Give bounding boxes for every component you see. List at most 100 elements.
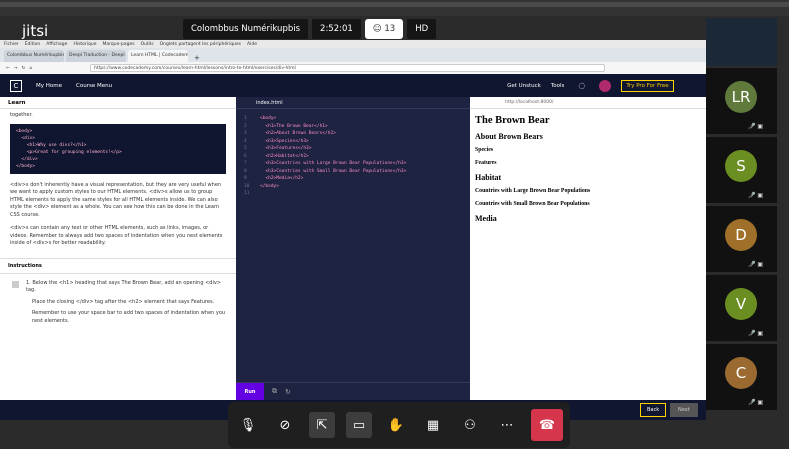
- tile-view-icon[interactable]: ▦: [420, 412, 446, 438]
- codecademy-logo[interactable]: C: [10, 79, 22, 92]
- microphone-icon[interactable]: 🎙: [235, 412, 261, 438]
- code-line[interactable]: 9 <h2>Media</h2>: [244, 175, 470, 183]
- browser-urlbar: ←→↻⌂ https://www.codecademy.com/courses/…: [0, 62, 706, 74]
- chat-icon[interactable]: ▭: [346, 412, 372, 438]
- participants-icon[interactable]: ⚇: [457, 412, 483, 438]
- code-line[interactable]: 11: [244, 190, 470, 198]
- code-text: </body>: [260, 183, 279, 189]
- code-line[interactable]: 5 <h3>Features</h3>: [244, 145, 470, 153]
- line-number: 1: [244, 116, 247, 121]
- learn-header: Learn: [0, 97, 236, 109]
- code-line[interactable]: 3 <h2>About Brown Bears</h2>: [244, 130, 470, 138]
- participant-tile[interactable]: S 🎤̸ ▣: [706, 137, 777, 203]
- camera-off-icon[interactable]: ⊘: [272, 412, 298, 438]
- jitsi-logo: jitsi: [22, 22, 49, 40]
- nav-my-home[interactable]: My Home: [36, 83, 62, 89]
- code-text: <body>: [260, 116, 277, 121]
- learn-panel: Learn together. <body> <div> <h1>Why use…: [0, 97, 236, 400]
- nav-course-menu[interactable]: Course Menu: [76, 83, 112, 89]
- file-tab[interactable]: index.html: [236, 97, 470, 109]
- participants-filmstrip: LR 🎤̸ ▣ S 🎤̸ ▣ D 🎤̸ ▣ V 🎤̸ ▣ C 🎤̸ ▣: [706, 16, 789, 449]
- line-number: 6: [244, 153, 247, 159]
- next-button[interactable]: Next: [670, 403, 698, 417]
- more-icon[interactable]: ⋯: [494, 412, 520, 438]
- tools-button[interactable]: Tools: [551, 83, 565, 89]
- quality-badge[interactable]: HD: [407, 19, 437, 39]
- code-example-line: <h1>Why use divs?</h1>: [16, 142, 87, 148]
- menu-edit[interactable]: Édition: [25, 42, 41, 47]
- participant-tile[interactable]: V 🎤̸ ▣: [706, 275, 777, 341]
- user-avatar-icon[interactable]: [599, 79, 612, 92]
- lesson-paragraph: <div>s don't inherently have a visual re…: [10, 181, 222, 218]
- line-number: 2: [244, 123, 247, 129]
- avatar: LR: [725, 81, 757, 113]
- url-field[interactable]: https://www.codecademy.com/courses/learn…: [90, 64, 605, 72]
- menu-file[interactable]: Fichier: [4, 42, 19, 47]
- avatar: V: [725, 288, 757, 320]
- avatar: S: [725, 150, 757, 182]
- preview-url[interactable]: http://localhost:8000/: [470, 97, 706, 109]
- local-video-thumbnail[interactable]: [706, 18, 777, 66]
- meeting-timer: 2:52:01: [312, 19, 361, 39]
- menu-share[interactable]: Onglets partagent les périphériques: [160, 42, 241, 47]
- code-example: <body> <div> <h1>Why use divs?</h1> <p>G…: [10, 123, 226, 174]
- code-line[interactable]: 7 <h3>Countries with Large Brown Bear Po…: [244, 160, 470, 168]
- new-tab-icon[interactable]: +: [190, 54, 204, 62]
- nav-arrows-icon[interactable]: ←→↻⌂: [0, 66, 36, 71]
- code-lines[interactable]: 1 <body> 2 <h1>The Brown Bear</h1> 3 <h2>Ab…: [236, 109, 470, 198]
- muted-icon: 🎤̸ ▣: [748, 399, 764, 406]
- code-text: <h2>About Brown Bears</h2>: [260, 131, 336, 136]
- reset-icon[interactable]: ↻: [285, 388, 291, 396]
- browser-tab[interactable]: Colombbus Numérikupbis: [4, 50, 64, 62]
- menu-bookmarks[interactable]: Marque-pages: [103, 42, 135, 47]
- run-button[interactable]: Run: [236, 382, 264, 401]
- code-line[interactable]: 2 <h1>The Brown Bear</h1>: [244, 123, 470, 131]
- line-number: 7: [244, 161, 247, 166]
- muted-icon: 🎤̸ ▣: [748, 123, 764, 130]
- code-line[interactable]: 10 </body>: [244, 183, 470, 191]
- participant-tile[interactable]: LR 🎤̸ ▣: [706, 68, 777, 134]
- browser-tab[interactable]: Deepl Traduction - Deepl Tra: [66, 50, 126, 62]
- avatar: C: [725, 357, 757, 389]
- get-unstuck-button[interactable]: Get Unstuck: [507, 83, 541, 89]
- code-text: <h2>Habitat</h2>: [260, 153, 309, 159]
- copy-icon[interactable]: ⧉: [272, 387, 277, 396]
- menu-tools[interactable]: Outils: [141, 42, 154, 47]
- code-text: <h2>Media</h2>: [260, 176, 304, 181]
- code-line[interactable]: 6 <h2>Habitat</h2>: [244, 153, 470, 161]
- meeting-title: Colombbus Numérikupbis: [183, 19, 309, 39]
- back-button[interactable]: Back: [640, 403, 667, 417]
- try-pro-button[interactable]: Try Pro For Free: [621, 79, 674, 92]
- menu-help[interactable]: Aide: [247, 42, 257, 47]
- browser-tab-active[interactable]: Learn HTML | Codecademy: [128, 50, 188, 62]
- menu-history[interactable]: Historique: [73, 42, 96, 47]
- bell-icon[interactable]: ◌: [578, 81, 585, 90]
- code-example-line: <div>: [16, 135, 35, 141]
- code-line[interactable]: 4 <h3>Species</h3>: [244, 138, 470, 146]
- shared-screen: Fichier Édition Affichage Historique Mar…: [0, 40, 706, 401]
- editor-footer: Run ⧉ ↻: [236, 382, 470, 401]
- raise-hand-icon[interactable]: ✋: [383, 412, 409, 438]
- menu-view[interactable]: Affichage: [46, 42, 67, 47]
- code-text: <h3>Features</h3>: [260, 146, 312, 151]
- avatar: D: [725, 219, 757, 251]
- line-number: 10: [244, 183, 250, 189]
- code-line[interactable]: 8 <h3>Countries with Small Brown Bear Po…: [244, 168, 470, 176]
- hangup-icon[interactable]: ☎: [531, 409, 563, 441]
- code-text: <h1>The Brown Bear</h1>: [260, 123, 328, 129]
- participant-tile[interactable]: D 🎤̸ ▣: [706, 206, 777, 272]
- participants-badge[interactable]: ☺ 13: [364, 19, 404, 39]
- code-editor[interactable]: index.html 1 <body> 2 <h1>The Brown Bear</…: [236, 97, 470, 401]
- screenshare-icon[interactable]: ⇱: [309, 412, 335, 438]
- preview-browser: http://localhost:8000/ The Brown Bear Ab…: [470, 97, 706, 400]
- code-line[interactable]: 1 <body>: [244, 115, 470, 123]
- checkbox[interactable]: [12, 280, 19, 288]
- step-text: Below the <h1> heading that says The Bro…: [26, 279, 221, 294]
- line-number: 4: [244, 138, 247, 144]
- instructions-header: Instructions: [0, 257, 236, 274]
- preview-h2: About Brown Bears: [475, 132, 543, 141]
- preview-h3: Species: [475, 147, 494, 153]
- participant-tile[interactable]: C 🎤̸ ▣: [706, 344, 777, 410]
- learn-intro: together.: [10, 112, 33, 118]
- preview-h2: Habitat: [475, 173, 502, 182]
